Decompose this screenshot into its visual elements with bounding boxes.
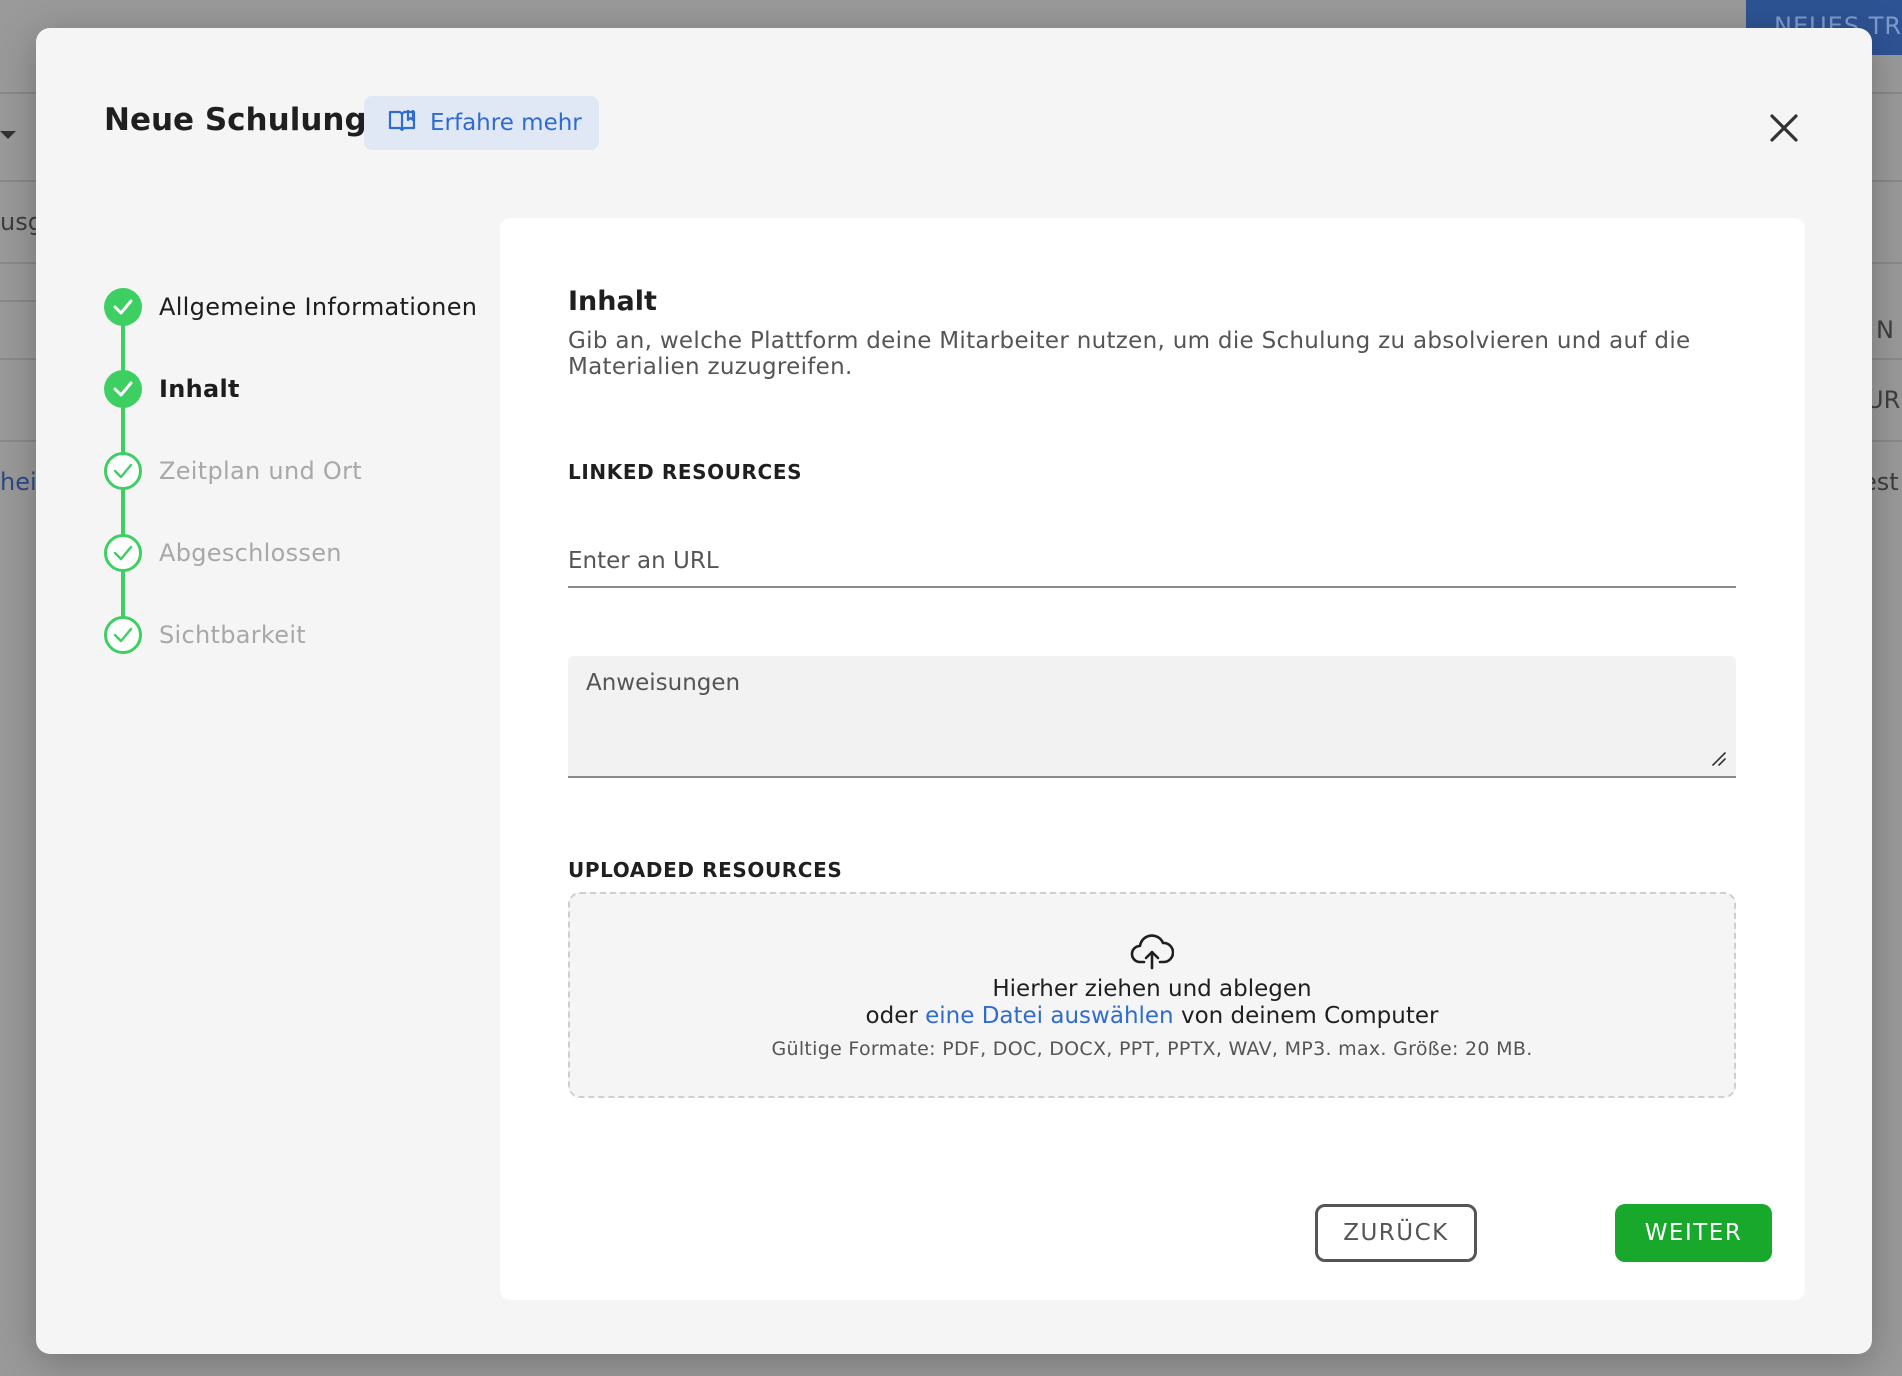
check-icon	[104, 370, 142, 408]
background-divider	[0, 92, 36, 94]
instructions-textarea[interactable]	[568, 656, 1736, 776]
section-description: Gib an, welche Plattform deine Mitarbeit…	[568, 328, 1691, 380]
url-input[interactable]	[568, 536, 1736, 588]
accepted-formats-hint: Gültige Formate: PDF, DOC, DOCX, PPT, PP…	[771, 1038, 1533, 1060]
check-icon	[104, 534, 142, 572]
resize-handle-icon[interactable]	[1710, 750, 1726, 766]
step-label: Inhalt	[159, 375, 240, 403]
learn-more-button[interactable]: Erfahre mehr	[364, 96, 599, 150]
background-divider	[0, 300, 36, 302]
new-training-dialog: Neue Schulung Erfahre mehr Allgemeine In…	[36, 28, 1872, 1354]
step-visibility[interactable]: Sichtbarkeit	[104, 614, 306, 656]
background-divider	[0, 358, 36, 360]
step-schedule-location[interactable]: Zeitplan und Ort	[104, 450, 362, 492]
dropdown-caret-icon	[0, 131, 16, 139]
background-divider	[1872, 358, 1902, 360]
step-label: Abgeschlossen	[159, 539, 342, 567]
section-title: Inhalt	[568, 286, 657, 317]
background-text: usge	[0, 208, 36, 236]
uploaded-resources-label: UPLOADED RESOURCES	[568, 858, 843, 882]
background-divider	[0, 262, 36, 264]
learn-more-label: Erfahre mehr	[430, 110, 582, 136]
dropzone-suffix: von deinem Computer	[1173, 1003, 1439, 1029]
step-content[interactable]: Inhalt	[104, 368, 240, 410]
back-button[interactable]: ZURÜCK	[1315, 1204, 1477, 1262]
background-link: heit	[0, 468, 36, 496]
book-icon	[388, 108, 416, 138]
background-divider	[0, 180, 36, 182]
step-label: Allgemeine Informationen	[159, 293, 478, 321]
dialog-title: Neue Schulung	[104, 102, 367, 138]
dropzone-prefix: oder	[865, 1003, 926, 1029]
step-completed[interactable]: Abgeschlossen	[104, 532, 342, 574]
background-text: N	[1876, 316, 1894, 344]
dropzone-secondary-text: oder eine Datei auswählen von deinem Com…	[570, 1003, 1734, 1030]
check-icon	[104, 288, 142, 326]
next-button[interactable]: WEITER	[1615, 1204, 1772, 1262]
content-card: Inhalt Gib an, welche Plattform deine Mi…	[500, 218, 1805, 1300]
check-icon	[104, 452, 142, 490]
background-divider	[1872, 180, 1902, 182]
close-button[interactable]	[1764, 108, 1804, 148]
cloud-upload-icon	[1130, 932, 1175, 972]
background-divider	[0, 440, 36, 442]
file-dropzone[interactable]: Hierher ziehen und ablegen oder eine Dat…	[568, 892, 1736, 1098]
linked-resources-label: LINKED RESOURCES	[568, 460, 803, 484]
choose-file-link[interactable]: eine Datei auswählen	[925, 1003, 1174, 1029]
instructions-field-wrapper	[568, 656, 1736, 778]
background-divider	[1872, 262, 1902, 264]
step-label: Sichtbarkeit	[159, 621, 307, 649]
step-general-info[interactable]: Allgemeine Informationen	[104, 286, 477, 328]
background-divider	[1872, 440, 1902, 442]
dropzone-primary-text: Hierher ziehen und ablegen	[992, 976, 1312, 1002]
step-label: Zeitplan und Ort	[159, 457, 362, 485]
background-divider	[1872, 92, 1902, 94]
check-icon	[104, 616, 142, 654]
close-icon	[1764, 114, 1804, 152]
